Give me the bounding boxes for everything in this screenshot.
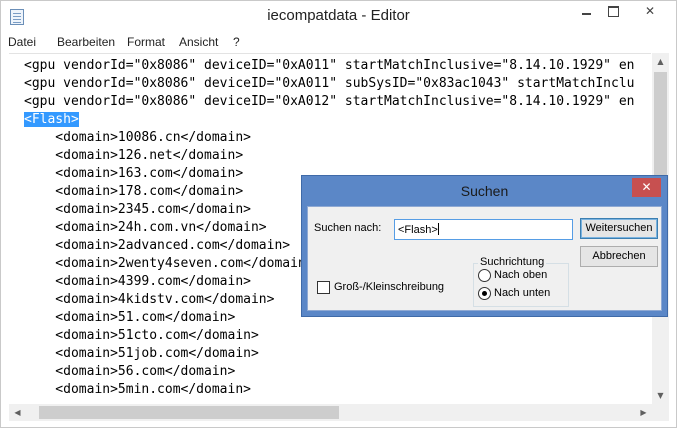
search-label: Suchen nach: — [314, 222, 382, 234]
editor-line: <domain>2345.com</domain> — [24, 201, 251, 218]
direction-up-label[interactable]: Nach oben — [494, 269, 547, 281]
editor-line: <domain>5min.com</domain> — [24, 381, 251, 398]
editor-line: <domain>178.com</domain> — [24, 183, 243, 200]
selected-text: <Flash> — [24, 112, 79, 127]
close-button[interactable]: ✕ — [627, 1, 673, 22]
line-text: <domain>5min.com</domain> — [24, 382, 251, 397]
direction-down-radio[interactable] — [478, 287, 491, 300]
horizontal-scrollbar[interactable]: ◀ ▶ — [9, 404, 652, 421]
find-dialog-close-button[interactable]: ✕ — [632, 178, 661, 197]
line-text: <domain>178.com</domain> — [24, 184, 244, 199]
find-dialog-body: Suchen nach: <Flash> Weitersuchen Abbrec… — [307, 206, 662, 311]
menu-format[interactable]: Format — [127, 35, 165, 49]
editor-line: <domain>56.com</domain> — [24, 363, 235, 380]
menu-bearbeiten[interactable]: Bearbeiten — [57, 35, 115, 49]
editor-line: <gpu vendorId="0x8086" deviceID="0xA011"… — [24, 57, 634, 74]
search-input[interactable]: <Flash> — [394, 219, 573, 240]
match-case-checkbox[interactable] — [317, 281, 330, 294]
cancel-button[interactable]: Abbrechen — [580, 246, 658, 267]
editor-line: <domain>126.net</domain> — [24, 147, 243, 164]
editor-line: <domain>2wenty4seven.com</domain> — [24, 255, 314, 272]
minimize-button[interactable] — [573, 1, 599, 22]
line-text: <domain>2345.com</domain> — [24, 202, 251, 217]
editor-line: <domain>2advanced.com</domain> — [24, 237, 290, 254]
title-bar[interactable]: iecompatdata - Editor ✕ — [1, 1, 676, 32]
scroll-down-icon[interactable]: ▼ — [652, 387, 669, 404]
editor-line: <domain>51job.com</domain> — [24, 345, 259, 362]
scroll-up-icon[interactable]: ▲ — [652, 53, 669, 70]
editor-line: <domain>51.com</domain> — [24, 309, 235, 326]
line-text: <domain>51cto.com</domain> — [24, 328, 259, 343]
line-text: <domain>24h.com.vn</domain> — [24, 220, 267, 235]
editor-line: <gpu vendorId="0x8086" deviceID="0xA012"… — [24, 93, 634, 110]
text-caret — [437, 223, 439, 235]
search-input-value: <Flash> — [398, 224, 438, 236]
scrollbar-corner — [652, 404, 669, 421]
editor-line: <domain>4kidstv.com</domain> — [24, 291, 274, 308]
editor-line: <domain>51cto.com</domain> — [24, 327, 259, 344]
editor-window: iecompatdata - Editor ✕ Datei Bearbeiten… — [0, 0, 677, 428]
line-text: <domain>4kidstv.com</domain> — [24, 292, 275, 307]
line-text: <domain>2wenty4seven.com</domain> — [24, 256, 314, 271]
line-text: <domain>4399.com</domain> — [24, 274, 251, 289]
editor-line: <domain>163.com</domain> — [24, 165, 243, 182]
line-text: <gpu vendorId="0x8086" deviceID="0xA011"… — [24, 58, 635, 73]
match-case-label[interactable]: Groß-/Kleinschreibung — [334, 281, 444, 293]
horizontal-scroll-thumb[interactable] — [39, 406, 339, 419]
editor-line: <domain>4399.com</domain> — [24, 273, 251, 290]
editor-line: <domain>10086.cn</domain> — [24, 129, 251, 146]
menu-bar: Datei Bearbeiten Format Ansicht ? — [1, 32, 676, 52]
editor-line: <gpu vendorId="0x8086" deviceID="0xA011"… — [24, 75, 634, 92]
menu-help[interactable]: ? — [233, 35, 240, 49]
editor-line: <Flash> — [24, 111, 79, 128]
line-text: <domain>126.net</domain> — [24, 148, 244, 163]
line-text: <gpu vendorId="0x8086" deviceID="0xA012"… — [24, 94, 635, 109]
line-text: <domain>163.com</domain> — [24, 166, 244, 181]
menu-datei[interactable]: Datei — [8, 35, 36, 49]
line-text: <gpu vendorId="0x8086" deviceID="0xA011"… — [24, 76, 635, 91]
editor-line: <domain>24h.com.vn</domain> — [24, 219, 267, 236]
line-text: <domain>51.com</domain> — [24, 310, 236, 325]
direction-down-label[interactable]: Nach unten — [494, 287, 550, 299]
scroll-right-icon[interactable]: ▶ — [635, 404, 652, 421]
find-dialog: Suchen ✕ Suchen nach: <Flash> Weitersuch… — [301, 175, 668, 317]
menu-ansicht[interactable]: Ansicht — [179, 35, 218, 49]
direction-group-label: Suchrichtung — [478, 256, 547, 268]
find-next-button[interactable]: Weitersuchen — [580, 218, 658, 239]
find-dialog-title[interactable]: Suchen — [302, 183, 667, 199]
direction-up-radio[interactable] — [478, 269, 491, 282]
line-text: <domain>10086.cn</domain> — [24, 130, 251, 145]
line-text: <domain>51job.com</domain> — [24, 346, 259, 361]
line-text: <domain>2advanced.com</domain> — [24, 238, 291, 253]
scroll-left-icon[interactable]: ◀ — [9, 404, 26, 421]
line-text: <domain>56.com</domain> — [24, 364, 236, 379]
maximize-button[interactable] — [600, 1, 626, 22]
